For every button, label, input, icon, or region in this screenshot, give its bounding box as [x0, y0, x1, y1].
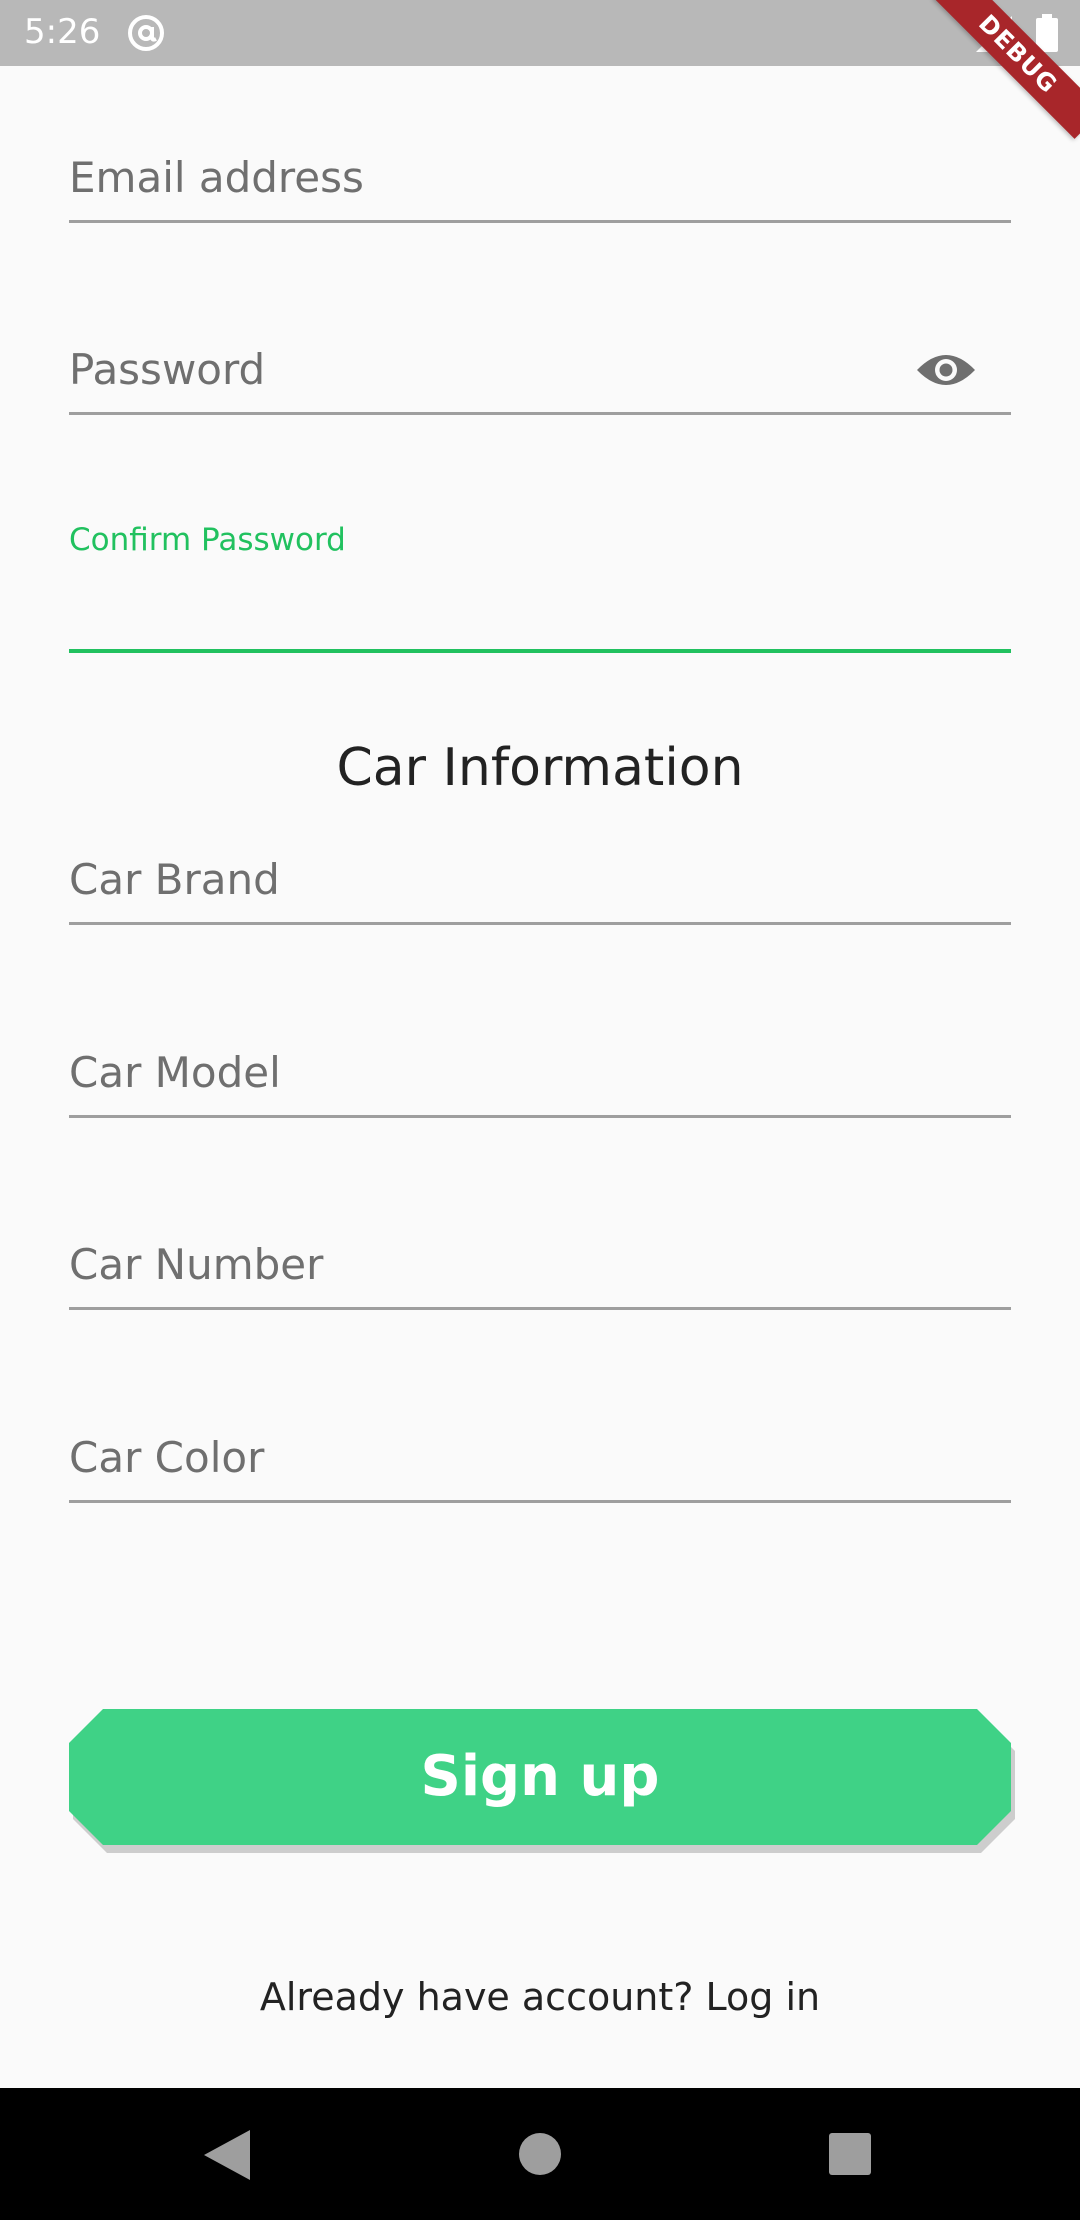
- car-number-label: Car Number: [69, 1240, 324, 1289]
- status-time: 5:26: [24, 12, 101, 52]
- car-brand-field[interactable]: Car Brand: [69, 852, 1011, 925]
- at-sign-icon: [128, 15, 164, 51]
- email-label: Email address: [69, 153, 364, 202]
- car-model-field[interactable]: Car Model: [69, 1045, 1011, 1118]
- login-link[interactable]: Already have account? Log in: [0, 1972, 1080, 2022]
- email-field[interactable]: Email address: [69, 150, 1011, 223]
- password-label: Password: [69, 345, 266, 394]
- section-title: Car Information: [336, 738, 744, 798]
- back-icon[interactable]: [204, 2130, 250, 2180]
- status-bar: 5:26: [0, 0, 1080, 66]
- car-number-field[interactable]: Car Number: [69, 1237, 1011, 1310]
- confirm-password-field[interactable]: Confirm Password: [69, 520, 1011, 653]
- car-brand-label: Car Brand: [69, 855, 280, 904]
- eye-icon[interactable]: [915, 348, 977, 392]
- car-color-label: Car Color: [69, 1433, 265, 1482]
- car-color-field[interactable]: Car Color: [69, 1430, 1011, 1503]
- signup-button[interactable]: Sign up: [69, 1709, 1011, 1845]
- navigation-bar: [0, 2088, 1080, 2220]
- home-icon[interactable]: [518, 2132, 562, 2176]
- car-model-label: Car Model: [69, 1048, 281, 1097]
- recent-apps-icon[interactable]: [829, 2133, 871, 2175]
- password-field[interactable]: Password: [69, 342, 1011, 415]
- confirm-password-label: Confirm Password: [69, 522, 346, 558]
